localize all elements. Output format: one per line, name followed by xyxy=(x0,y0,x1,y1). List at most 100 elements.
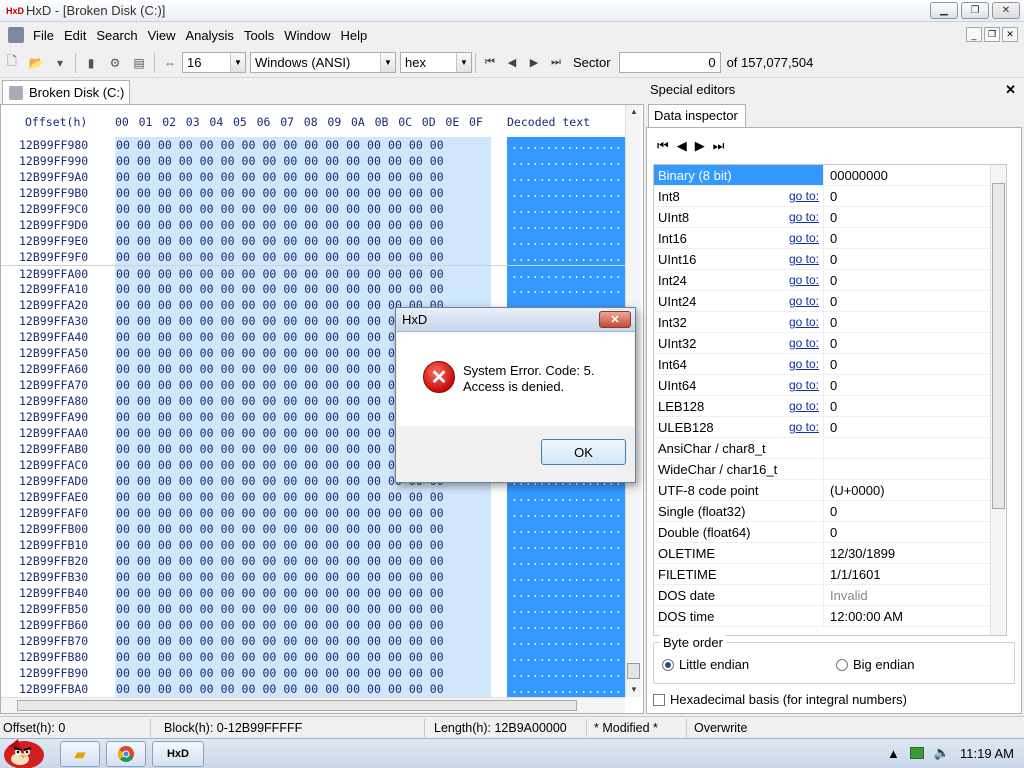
inspector-row[interactable]: UInt8 go to: 0 xyxy=(654,207,1006,228)
hex-row[interactable]: 12B99FFB40 00 00 00 00 00 00 00 00 00 00 … xyxy=(1,585,641,601)
inspector-value[interactable]: 0 xyxy=(824,333,837,353)
inspector-row[interactable]: Int32 go to: 0 xyxy=(654,312,1006,333)
hex-row[interactable]: 12B99FFA00 00 00 00 00 00 00 00 00 00 00 … xyxy=(1,265,641,282)
inspector-value[interactable]: 0 xyxy=(824,207,837,227)
inspector-row[interactable]: ULEB128 go to: 0 xyxy=(654,417,1006,438)
inspector-row[interactable]: FILETIME 1/1/1601 xyxy=(654,564,1006,585)
close-file-icon[interactable]: ▮ xyxy=(82,54,100,72)
inspector-row[interactable]: Int8 go to: 0 xyxy=(654,186,1006,207)
open-disk-icon[interactable]: ⚙ xyxy=(106,54,124,72)
open-ram-icon[interactable]: ▤ xyxy=(130,54,148,72)
hex-row[interactable]: 12B99FFB50 00 00 00 00 00 00 00 00 00 00 … xyxy=(1,601,641,617)
row-decoded-text[interactable]: ................ xyxy=(507,665,627,681)
row-decoded-text[interactable]: ................ xyxy=(507,249,627,265)
inspector-value[interactable]: 0 xyxy=(824,312,837,332)
hex-row[interactable]: 12B99FF980 00 00 00 00 00 00 00 00 00 00 … xyxy=(1,137,641,153)
inspector-value[interactable]: 0 xyxy=(824,291,837,311)
next-icon[interactable]: ▶ xyxy=(695,138,705,154)
hex-row[interactable]: 12B99FFB10 00 00 00 00 00 00 00 00 00 00 … xyxy=(1,537,641,553)
hex-row[interactable]: 12B99FFB00 00 00 00 00 00 00 00 00 00 00 … xyxy=(1,521,641,537)
hex-row[interactable]: 12B99FFB30 00 00 00 00 00 00 00 00 00 00 … xyxy=(1,569,641,585)
row-decoded-text[interactable]: ................ xyxy=(507,137,627,153)
row-decoded-text[interactable]: ................ xyxy=(507,169,627,185)
row-bytes[interactable]: 00 00 00 00 00 00 00 00 00 00 00 00 00 0… xyxy=(115,489,491,505)
row-bytes[interactable]: 00 00 00 00 00 00 00 00 00 00 00 00 00 0… xyxy=(115,553,491,569)
row-decoded-text[interactable]: ................ xyxy=(507,505,627,521)
goto-link[interactable]: go to: xyxy=(789,333,819,354)
open-folder-icon[interactable]: 📂 xyxy=(27,54,45,72)
mdi-close-button[interactable]: ✕ xyxy=(1002,27,1018,42)
inspector-row[interactable]: UInt32 go to: 0 xyxy=(654,333,1006,354)
inspector-value[interactable]: Invalid xyxy=(824,585,868,605)
hex-row[interactable]: 12B99FFB20 00 00 00 00 00 00 00 00 00 00 … xyxy=(1,553,641,569)
inspector-row[interactable]: DOS time 12:00:00 AM xyxy=(654,606,1006,627)
inspector-value[interactable] xyxy=(824,438,830,458)
minimize-button[interactable]: ▁ xyxy=(930,2,958,19)
first-sector-icon[interactable]: ⏮ xyxy=(481,54,499,72)
row-decoded-text[interactable]: ................ xyxy=(507,217,627,233)
menu-analysis[interactable]: Analysis xyxy=(181,28,239,43)
inspector-value[interactable]: 0 xyxy=(824,417,837,437)
little-endian-radio[interactable]: Little endian xyxy=(662,657,749,672)
hex-row[interactable]: 12B99FFAE0 00 00 00 00 00 00 00 00 00 00 … xyxy=(1,489,641,505)
hex-row[interactable]: 12B99FF9B0 00 00 00 00 00 00 00 00 00 00 … xyxy=(1,185,641,201)
row-bytes[interactable]: 00 00 00 00 00 00 00 00 00 00 00 00 00 0… xyxy=(115,505,491,521)
inspector-row[interactable]: DOS date Invalid xyxy=(654,585,1006,606)
scrollbar-thumb[interactable] xyxy=(17,700,577,711)
inspector-value[interactable]: 12:00:00 AM xyxy=(824,606,903,626)
row-decoded-text[interactable]: ................ xyxy=(507,185,627,201)
inspector-value[interactable]: 0 xyxy=(824,375,837,395)
menu-file[interactable]: File xyxy=(28,28,59,43)
first-icon[interactable]: ⏮ xyxy=(657,138,669,154)
document-menu-icon[interactable] xyxy=(8,27,24,43)
row-decoded-text[interactable]: ................ xyxy=(507,233,627,249)
tab-data-inspector[interactable]: Data inspector xyxy=(648,104,746,128)
goto-link[interactable]: go to: xyxy=(789,375,819,396)
row-bytes[interactable]: 00 00 00 00 00 00 00 00 00 00 00 00 00 0… xyxy=(115,633,491,649)
taskbar-chrome-button[interactable] xyxy=(106,741,146,767)
row-decoded-text[interactable]: ................ xyxy=(507,153,627,169)
goto-link[interactable]: go to: xyxy=(789,228,819,249)
inspector-value[interactable]: 0 xyxy=(824,249,837,269)
row-decoded-text[interactable]: ................ xyxy=(507,266,627,282)
inspector-value[interactable]: 12/30/1899 xyxy=(824,543,895,563)
row-decoded-text[interactable]: ................ xyxy=(507,681,627,697)
inspector-row[interactable]: UTF-8 code point (U+0000) xyxy=(654,480,1006,501)
inspector-row[interactable]: OLETIME 12/30/1899 xyxy=(654,543,1006,564)
inspector-value[interactable]: 0 xyxy=(824,270,837,290)
last-sector-icon[interactable]: ⏭ xyxy=(547,54,565,72)
hex-row[interactable]: 12B99FFB60 00 00 00 00 00 00 00 00 00 00 … xyxy=(1,617,641,633)
hex-row[interactable]: 12B99FFA10 00 00 00 00 00 00 00 00 00 00 … xyxy=(1,281,641,297)
save-icon[interactable]: ▾ xyxy=(51,54,69,72)
inspector-value[interactable]: 0 xyxy=(824,228,837,248)
menu-tools[interactable]: Tools xyxy=(239,28,279,43)
network-icon[interactable] xyxy=(909,747,924,759)
row-decoded-text[interactable]: ................ xyxy=(507,617,627,633)
chevron-down-icon[interactable]: ▼ xyxy=(456,53,471,72)
row-bytes[interactable]: 00 00 00 00 00 00 00 00 00 00 00 00 00 0… xyxy=(115,521,491,537)
row-bytes[interactable]: 00 00 00 00 00 00 00 00 00 00 00 00 00 0… xyxy=(115,185,491,201)
row-bytes[interactable]: 00 00 00 00 00 00 00 00 00 00 00 00 00 0… xyxy=(115,153,491,169)
scroll-up-icon[interactable]: ▲ xyxy=(628,105,640,119)
inspector-row[interactable]: Binary (8 bit) 00000000 xyxy=(654,165,1006,186)
inspector-value[interactable]: 1/1/1601 xyxy=(824,564,881,584)
show-hidden-icons-icon[interactable]: ▲ xyxy=(887,746,900,761)
data-inspector-scrollbar[interactable] xyxy=(990,165,1006,635)
row-decoded-text[interactable]: ................ xyxy=(507,521,627,537)
row-bytes[interactable]: 00 00 00 00 00 00 00 00 00 00 00 00 00 0… xyxy=(115,169,491,185)
inspector-value[interactable]: 0 xyxy=(824,396,837,416)
inspector-value[interactable]: 0 xyxy=(824,186,837,206)
goto-link[interactable]: go to: xyxy=(789,270,819,291)
last-icon[interactable]: ⏭ xyxy=(713,138,725,154)
row-decoded-text[interactable]: ................ xyxy=(507,585,627,601)
goto-link[interactable]: go to: xyxy=(789,291,819,312)
mdi-restore-button[interactable]: ❐ xyxy=(984,27,1000,42)
menu-search[interactable]: Search xyxy=(91,28,142,43)
row-decoded-text[interactable]: ................ xyxy=(507,537,627,553)
goto-link[interactable]: go to: xyxy=(789,354,819,375)
maximize-button[interactable]: ❐ xyxy=(961,2,989,19)
row-bytes[interactable]: 00 00 00 00 00 00 00 00 00 00 00 00 00 0… xyxy=(115,665,491,681)
close-button[interactable]: ✕ xyxy=(992,2,1020,19)
menu-view[interactable]: View xyxy=(143,28,181,43)
inspector-row[interactable]: WideChar / char16_t xyxy=(654,459,1006,480)
